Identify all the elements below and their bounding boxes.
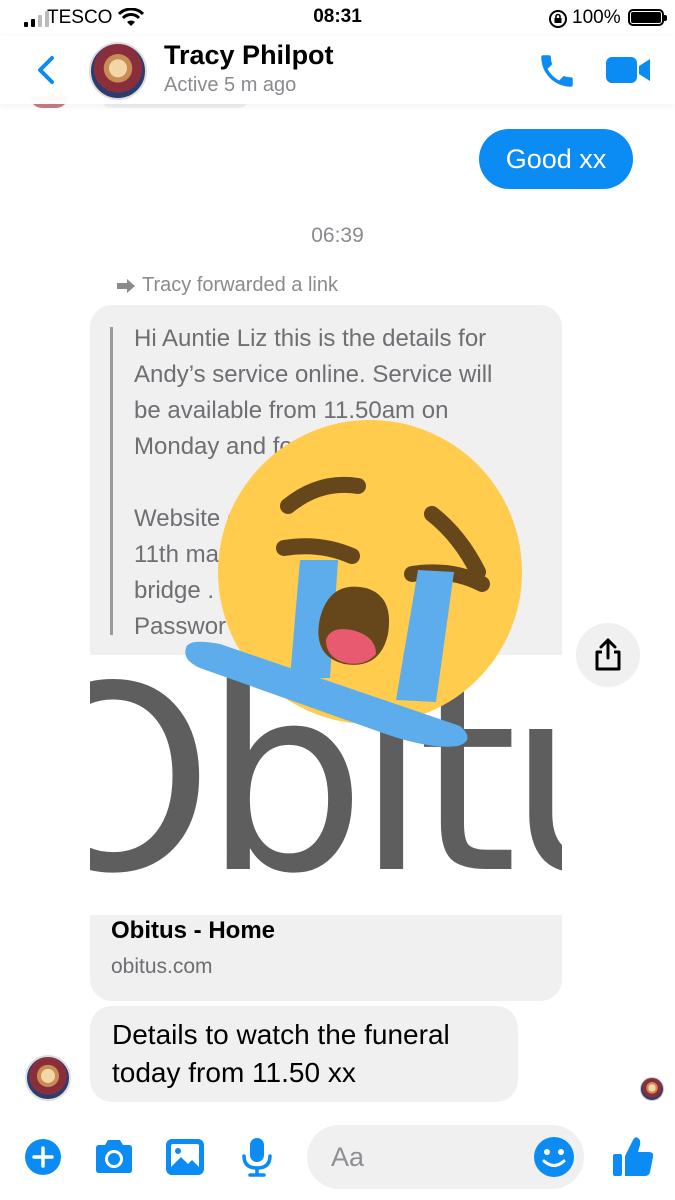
battery-icon bbox=[628, 9, 667, 26]
link-domain: obitus.com bbox=[111, 955, 213, 978]
plus-icon[interactable] bbox=[24, 1138, 62, 1176]
message-input-container[interactable] bbox=[307, 1125, 584, 1189]
video-camera-icon[interactable] bbox=[604, 54, 652, 86]
camera-icon[interactable] bbox=[92, 1138, 136, 1176]
quote-bar bbox=[110, 327, 113, 635]
outgoing-message[interactable]: Good xx bbox=[479, 129, 633, 189]
smiley-icon[interactable] bbox=[533, 1136, 575, 1178]
message-timestamp: 06:39 bbox=[311, 224, 364, 247]
thumbs-up-icon[interactable] bbox=[610, 1134, 656, 1180]
read-receipt-avatar bbox=[640, 1077, 664, 1101]
share-button[interactable] bbox=[576, 623, 640, 687]
microphone-icon[interactable] bbox=[240, 1136, 274, 1178]
sender-avatar[interactable] bbox=[25, 1055, 71, 1101]
message-composer bbox=[0, 1120, 675, 1200]
share-icon bbox=[595, 638, 621, 671]
contact-avatar[interactable] bbox=[89, 42, 147, 100]
contact-name[interactable]: Tracy Philpot bbox=[164, 40, 334, 71]
link-title[interactable]: Obitus - Home bbox=[111, 917, 275, 945]
image-icon[interactable] bbox=[164, 1137, 206, 1177]
forward-arrow-icon bbox=[117, 278, 135, 293]
orientation-lock-icon bbox=[549, 10, 567, 28]
forward-note-text: Tracy forwarded a link bbox=[142, 274, 338, 296]
conversation-header: Tracy Philpot Active 5 m ago bbox=[0, 36, 675, 104]
back-chevron-icon[interactable] bbox=[32, 50, 62, 90]
loudly-crying-face-emoji bbox=[185, 420, 522, 747]
incoming-message[interactable]: Details to watch the funeral today from … bbox=[90, 1006, 518, 1102]
contact-active-status: Active 5 m ago bbox=[164, 74, 297, 96]
battery-percentage: 100% bbox=[572, 7, 621, 28]
status-bar: TESCO 08:31 100% bbox=[0, 0, 675, 36]
forward-note: Tracy forwarded a link bbox=[116, 274, 338, 297]
message-input[interactable] bbox=[331, 1139, 511, 1175]
phone-icon[interactable] bbox=[536, 50, 578, 92]
